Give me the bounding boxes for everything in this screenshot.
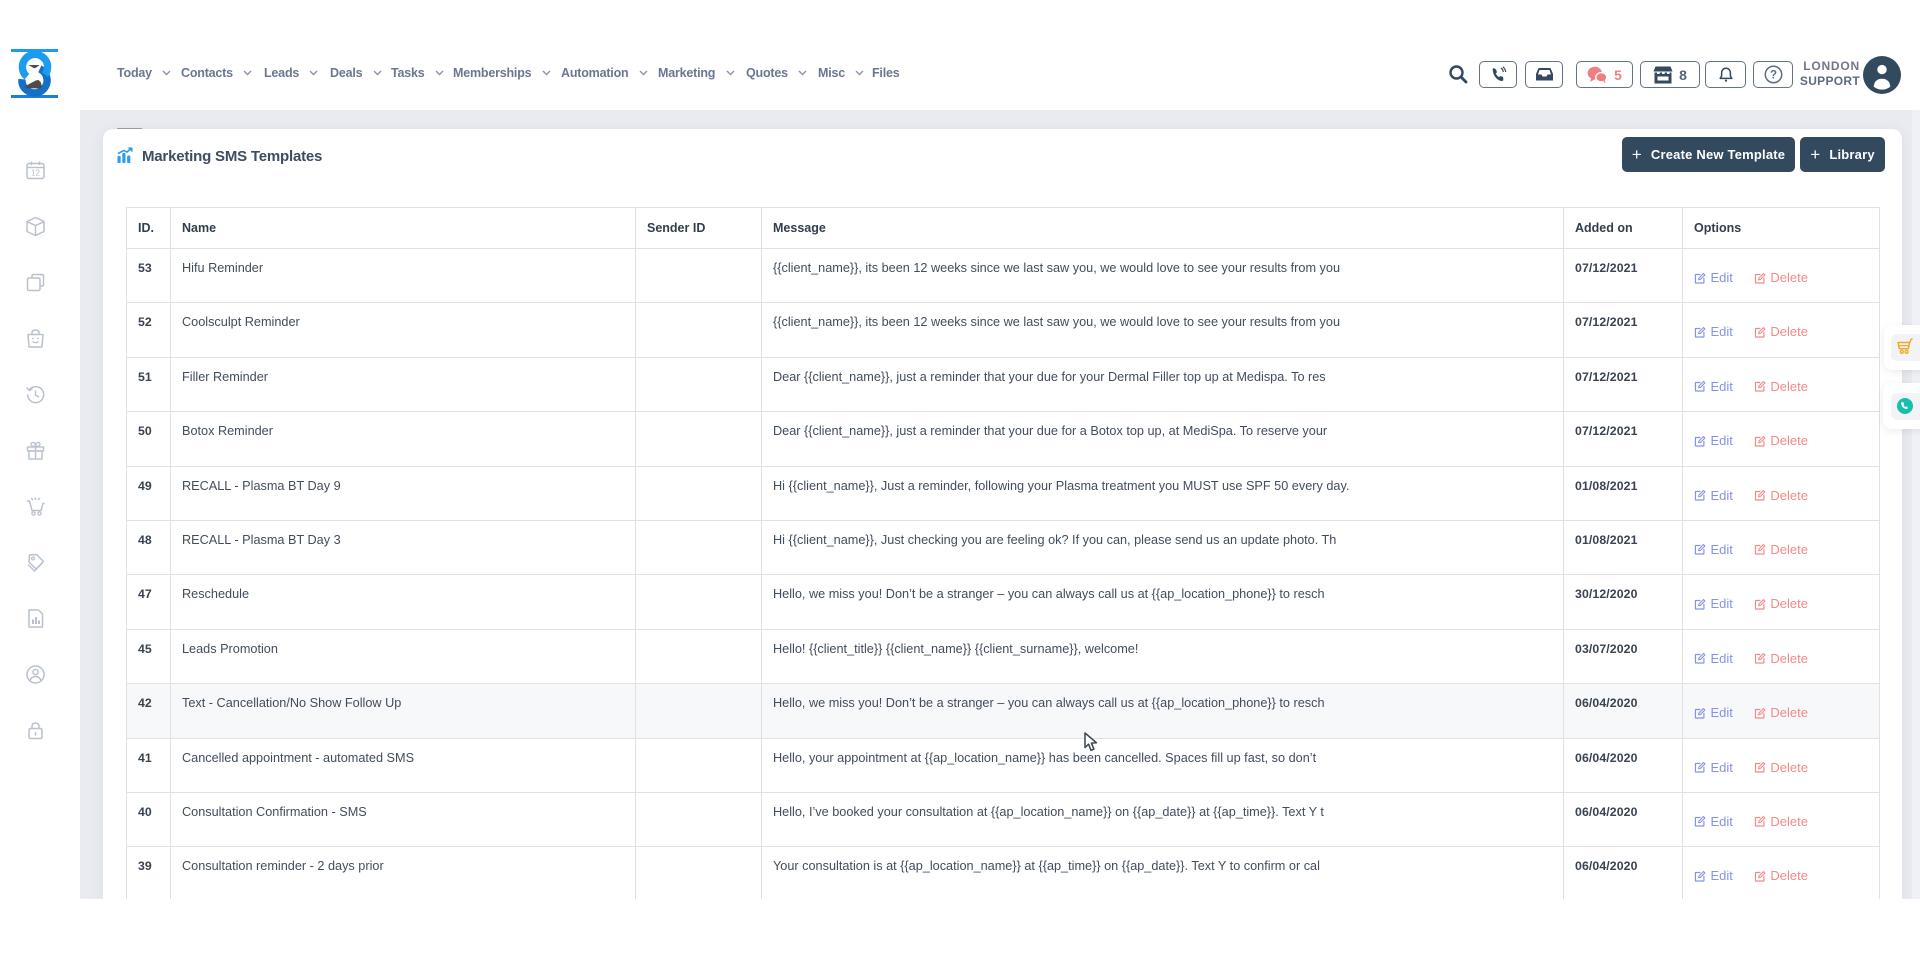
svg-text:12: 12 (31, 169, 40, 178)
svg-text:?: ? (1769, 70, 1776, 82)
